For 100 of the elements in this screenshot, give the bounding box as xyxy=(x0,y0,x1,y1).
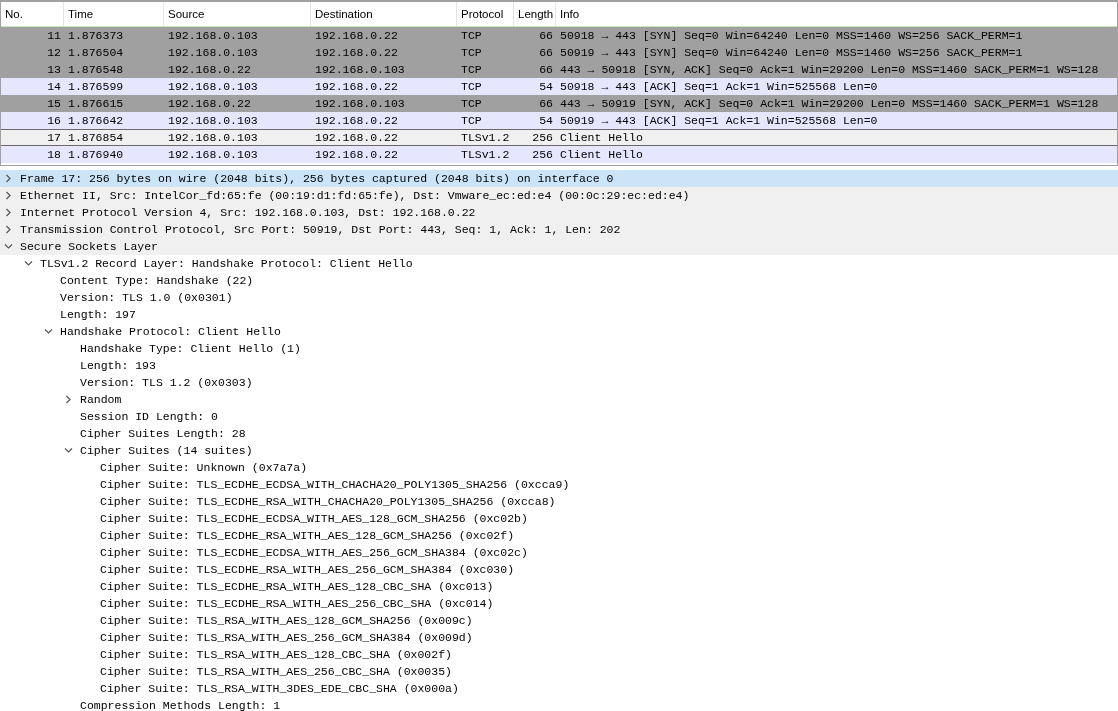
table-cell-text: 15 xyxy=(46,96,62,112)
column-header[interactable]: Length xyxy=(514,2,556,26)
tree-item[interactable]: Cipher Suite: TLS_ECDHE_ECDSA_WITH_CHACHA20_POLY1305_SHA256 (0xcca9) xyxy=(100,476,570,493)
column-header[interactable]: Protocol xyxy=(457,2,514,26)
tree-item[interactable]: Cipher Suite: TLS_RSA_WITH_AES_128_CBC_SHA (0x002f) xyxy=(100,646,452,663)
table-cell-text: 192.168.0.22 xyxy=(314,113,399,129)
table-cell-text: 66 xyxy=(538,62,554,78)
column-header[interactable]: Info xyxy=(556,2,1117,26)
tree-item[interactable]: TLSv1.2 Record Layer: Handshake Protocol: Client Hello xyxy=(40,255,413,272)
table-cell-text: 1.876373 xyxy=(67,28,125,44)
tree-item[interactable]: Cipher Suite: TLS_ECDHE_ECDSA_WITH_AES_256_GCM_SHA384 (0xc02c) xyxy=(100,544,528,561)
tree-item[interactable]: Secure Sockets Layer xyxy=(20,238,159,255)
tree-item[interactable]: Cipher Suite: TLS_ECDHE_RSA_WITH_AES_256_GCM_SHA384 (0xc030) xyxy=(100,561,515,578)
table-cell-text: 50918 → 443 [SYN] Seq=0 Win=64240 Len=0 MSS=1460 WS=256 SACK_PERM=1 xyxy=(559,28,1024,44)
table-cell-text: 1.876940 xyxy=(67,147,125,163)
table-cell-text: 1.876615 xyxy=(67,96,125,112)
table-cell-text: Client Hello xyxy=(559,130,644,145)
chevron-down-icon[interactable] xyxy=(44,327,53,336)
tree-item[interactable]: Cipher Suite: TLS_RSA_WITH_3DES_EDE_CBC_SHA (0x000a) xyxy=(100,680,459,697)
packet-row[interactable]: 11 1.876373 192.168.0.103 192.168.0.22 TCP 66 50918 → 443 [SYN] Seq=0 Win=64240 Len=0 MSS=1460 WS=256 SACK_PERM=1 xyxy=(1,27,1117,44)
table-cell-text: TCP xyxy=(460,45,483,61)
packet-row[interactable]: 17 1.876854 192.168.0.103 192.168.0.22 TLSv1.2 256 Client Hello xyxy=(1,129,1117,146)
table-cell-text: 192.168.0.22 xyxy=(314,79,399,95)
table-cell-text: 256 xyxy=(531,130,554,145)
tree-item[interactable]: Handshake Type: Client Hello (1) xyxy=(80,340,301,357)
table-cell-text: 66 xyxy=(538,28,554,44)
chevron-right-icon[interactable] xyxy=(64,395,73,404)
table-cell-text: 16 xyxy=(46,113,62,129)
table-cell-text: 1.876548 xyxy=(67,62,125,78)
table-cell-text: 192.168.0.103 xyxy=(167,28,259,44)
chevron-right-icon[interactable] xyxy=(4,225,13,234)
column-header[interactable]: Source xyxy=(164,2,311,26)
packet-row[interactable]: 13 1.876548 192.168.0.22 192.168.0.103 TCP 66 443 → 50918 [SYN, ACK] Seq=0 Ack=1 Win=29200 Len=0 MSS=1460 SACK_PERM=1 WS=128 xyxy=(1,61,1117,78)
table-cell-text: TCP xyxy=(460,96,483,112)
table-cell-text: 1.876642 xyxy=(67,113,125,129)
table-cell-text: 1.876504 xyxy=(67,45,125,61)
table-cell-text: 13 xyxy=(46,62,62,78)
tree-item[interactable]: Cipher Suite: TLS_ECDHE_RSA_WITH_CHACHA20_POLY1305_SHA256 (0xcca8) xyxy=(100,493,556,510)
table-cell-text: 54 xyxy=(538,113,554,129)
table-cell-text: 1.876599 xyxy=(67,79,125,95)
table-cell-text: 192.168.0.22 xyxy=(167,62,252,78)
table-cell-text: TCP xyxy=(460,79,483,95)
packet-row[interactable]: 14 1.876599 192.168.0.103 192.168.0.22 TCP 54 50918 → 443 [ACK] Seq=1 Ack=1 Win=525568 Len=0 xyxy=(1,78,1117,95)
table-cell-text: TCP xyxy=(460,62,483,78)
tree-item[interactable]: Content Type: Handshake (22) xyxy=(60,272,254,289)
table-cell-text: 192.168.0.103 xyxy=(167,79,259,95)
packet-row[interactable]: 12 1.876504 192.168.0.103 192.168.0.22 TCP 66 50919 → 443 [SYN] Seq=0 Win=64240 Len=0 MSS=1460 WS=256 SACK_PERM=1 xyxy=(1,44,1117,61)
chevron-down-icon[interactable] xyxy=(4,242,13,251)
tree-item[interactable]: Cipher Suite: TLS_ECDHE_RSA_WITH_AES_128_GCM_SHA256 (0xc02f) xyxy=(100,527,515,544)
table-cell-text: 12 xyxy=(46,45,62,61)
table-cell-text: 443 → 50919 [SYN, ACK] Seq=0 Ack=1 Win=29200 Len=0 MSS=1460 SACK_PERM=1 WS=128 xyxy=(559,96,1100,112)
chevron-down-icon[interactable] xyxy=(24,259,33,268)
packet-row[interactable]: 16 1.876642 192.168.0.103 192.168.0.22 TCP 54 50919 → 443 [ACK] Seq=1 Ack=1 Win=525568 Len=0 xyxy=(1,112,1117,129)
table-cell-text: 50919 → 443 [ACK] Seq=1 Ack=1 Win=525568 Len=0 xyxy=(559,113,879,129)
tree-item[interactable]: Length: 193 xyxy=(80,357,156,374)
table-cell-text: 192.168.0.22 xyxy=(314,45,399,61)
tree-item[interactable]: Cipher Suite: TLS_RSA_WITH_AES_256_CBC_SHA (0x0035) xyxy=(100,663,452,680)
table-cell-text: 66 xyxy=(538,96,554,112)
table-cell-text: Client Hello xyxy=(559,147,644,163)
chevron-right-icon[interactable] xyxy=(4,174,13,183)
table-cell-text: TLSv1.2 xyxy=(460,130,511,145)
packet-row[interactable]: 15 1.876615 192.168.0.22 192.168.0.103 TCP 66 443 → 50919 [SYN, ACK] Seq=0 Ack=1 Win=29200 Len=0 MSS=1460 SACK_PERM=1 WS=128 xyxy=(1,95,1117,112)
table-cell-text: 192.168.0.103 xyxy=(167,113,259,129)
table-cell-text: 14 xyxy=(46,79,62,95)
table-cell-text: 192.168.0.22 xyxy=(314,28,399,44)
table-cell-text: 18 xyxy=(46,147,62,163)
packet-row[interactable]: 18 1.876940 192.168.0.103 192.168.0.22 TLSv1.2 256 Client Hello xyxy=(1,146,1117,163)
table-cell-text: 192.168.0.103 xyxy=(314,62,406,78)
table-cell-text: 17 xyxy=(46,130,62,145)
chevron-right-icon[interactable] xyxy=(4,191,13,200)
column-header[interactable]: Time xyxy=(64,2,164,26)
column-header[interactable]: Destination xyxy=(311,2,457,26)
table-cell-text: 54 xyxy=(538,79,554,95)
column-header[interactable]: No. xyxy=(1,2,64,26)
table-cell-text: 192.168.0.22 xyxy=(314,130,399,145)
tree-item[interactable]: Cipher Suite: TLS_RSA_WITH_AES_256_GCM_SHA384 (0x009d) xyxy=(100,629,473,646)
table-cell-text: 192.168.0.103 xyxy=(167,147,259,163)
tree-item[interactable]: Compression Methods Length: 1 xyxy=(80,697,281,711)
tree-item[interactable]: Cipher Suite: TLS_RSA_WITH_AES_128_GCM_SHA256 (0x009c) xyxy=(100,612,473,629)
tree-item[interactable]: Version: TLS 1.2 (0x0303) xyxy=(80,374,253,391)
table-cell-text: 256 xyxy=(531,147,554,163)
tree-item[interactable]: Cipher Suites Length: 28 xyxy=(80,425,246,442)
tree-item[interactable]: Cipher Suite: TLS_ECDHE_ECDSA_WITH_AES_128_GCM_SHA256 (0xc02b) xyxy=(100,510,528,527)
tree-item[interactable]: Handshake Protocol: Client Hello xyxy=(60,323,281,340)
table-cell-text: TLSv1.2 xyxy=(460,147,511,163)
tree-item[interactable]: Cipher Suite: Unknown (0x7a7a) xyxy=(100,459,308,476)
chevron-down-icon[interactable] xyxy=(64,446,73,455)
tree-item[interactable]: Cipher Suite: TLS_ECDHE_RSA_WITH_AES_128_CBC_SHA (0xc013) xyxy=(100,578,494,595)
tree-item[interactable]: Session ID Length: 0 xyxy=(80,408,219,425)
tree-item[interactable]: Length: 197 xyxy=(60,306,136,323)
table-cell-text: 192.168.0.103 xyxy=(167,130,259,145)
table-cell-text: 11 xyxy=(46,28,62,44)
chevron-right-icon[interactable] xyxy=(4,208,13,217)
table-cell-text: 50918 → 443 [ACK] Seq=1 Ack=1 Win=525568 Len=0 xyxy=(559,79,879,95)
tree-item[interactable]: Cipher Suite: TLS_ECDHE_RSA_WITH_AES_256_CBC_SHA (0xc014) xyxy=(100,595,494,612)
tree-item[interactable]: Random xyxy=(80,391,122,408)
table-cell-text: 192.168.0.103 xyxy=(167,45,259,61)
tree-item[interactable]: Version: TLS 1.0 (0x0301) xyxy=(60,289,233,306)
table-cell-text: 66 xyxy=(538,45,554,61)
tree-item[interactable]: Cipher Suites (14 suites) xyxy=(80,442,253,459)
